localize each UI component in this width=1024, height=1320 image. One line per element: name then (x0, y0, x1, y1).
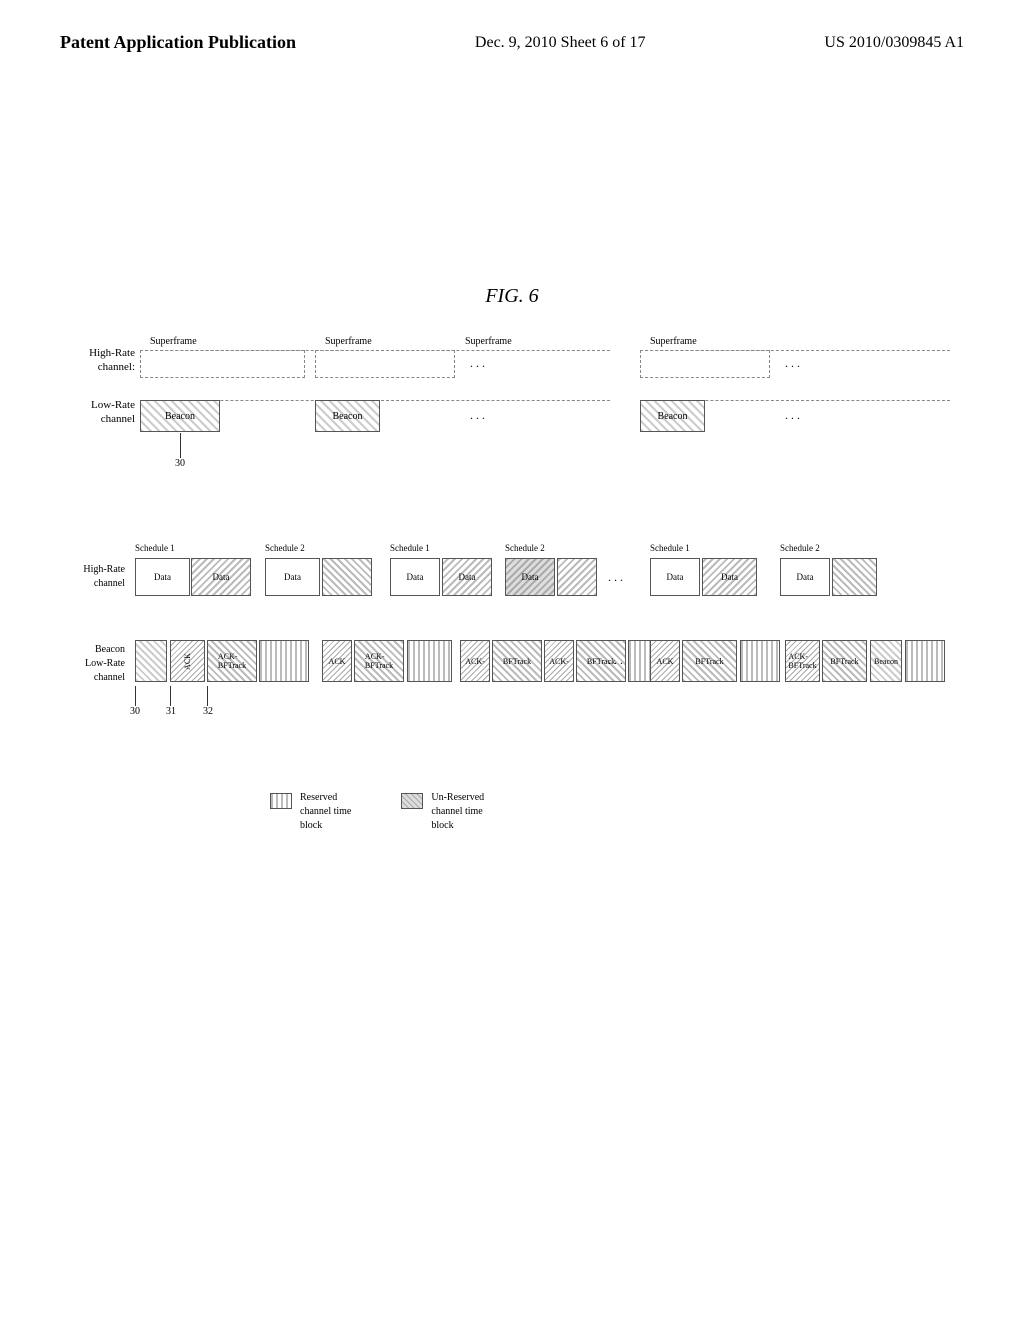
bftrack-block-6: BFTrack (822, 640, 867, 682)
publication-date-sheet: Dec. 9, 2010 Sheet 6 of 17 (475, 34, 646, 52)
reserved-hr-2 (557, 558, 597, 596)
beacon-lr-1 (135, 640, 167, 682)
legend-reserved-box (270, 793, 292, 809)
ack-block-4: ACK- (544, 640, 574, 682)
page-header: Patent Application Publication Dec. 9, 2… (0, 0, 1024, 65)
publication-number: US 2010/0309845 A1 (824, 34, 964, 52)
bftrack-block-5: BFTrack (682, 640, 737, 682)
dots-top-1: ... (470, 356, 488, 371)
bftrack-block-1: ACK-BFTrack (207, 640, 257, 682)
figure-label: FIG. 6 (0, 285, 1024, 308)
unreserved-end (905, 640, 945, 682)
reserved-hr-1 (322, 558, 372, 596)
bftrack-block-3: BFTrack (492, 640, 542, 682)
superframe-box-2 (315, 350, 455, 378)
schedule-label-2a: Schedule 2 (265, 543, 305, 553)
ack-block-5: ACK (650, 640, 680, 682)
data-block-2-hatched: Data (191, 558, 251, 596)
low-rate-channel-label-top: Low-Ratechannel (50, 398, 135, 427)
dots-lr-bottom: ... (608, 653, 626, 668)
dots-lr-2: ... (785, 408, 803, 423)
schedule-label-1c: Schedule 1 (650, 543, 690, 553)
beacon-bar-3: Beacon (640, 400, 705, 432)
beacon-bar-2: Beacon (315, 400, 380, 432)
unreserved-lr-1 (407, 640, 452, 682)
superframe-box-1 (140, 350, 305, 378)
bracket-32 (207, 686, 208, 706)
data-block-9: Data (780, 558, 830, 596)
legend-unreserved-box (401, 793, 423, 809)
legend-reserved: Reservedchannel timeblock (270, 791, 351, 833)
high-rate-channel-label-top: High-Ratechannel: (50, 346, 135, 375)
schedule-label-2c: Schedule 2 (780, 543, 820, 553)
bracket-line-30 (180, 433, 181, 458)
bracket-31 (170, 686, 171, 706)
beacon-lr-end: Beacon (870, 640, 902, 682)
top-diagram: High-Ratechannel: Low-Ratechannel Superf… (140, 338, 960, 478)
schedule-label-2b: Schedule 2 (505, 543, 545, 553)
dots-hr: ... (608, 570, 626, 585)
legend-reserved-label: Reservedchannel timeblock (300, 791, 351, 833)
data-block-1: Data (135, 558, 190, 596)
label-30-bottom: 30 (130, 706, 140, 717)
data-block-8-hatched: Data (702, 558, 757, 596)
publication-title: Patent Application Publication (60, 30, 296, 55)
legend: Reservedchannel timeblock Un-Reservedcha… (270, 791, 484, 833)
dots-lr-1: ... (470, 408, 488, 423)
reserved-hr-3 (832, 558, 877, 596)
superframe-label-3: Superframe (465, 336, 512, 347)
unreserved-lr-2 (740, 640, 780, 682)
superframe-box-3 (640, 350, 770, 378)
superframe-label-4: Superframe (650, 336, 697, 347)
superframe-label-1: Superframe (150, 336, 197, 347)
ack-block-6: ACK-BFTrack (785, 640, 820, 682)
bottom-diagram: High-Ratechannel BeaconLow-Ratechannel S… (50, 528, 1010, 758)
ack-block-2: ACK (322, 640, 352, 682)
dots-top-2: ... (785, 356, 803, 371)
number-30-label-top: 30 (175, 458, 185, 469)
reserved-lr-1 (259, 640, 309, 682)
label-31-bottom: 31 (166, 706, 176, 717)
beacon-low-rate-channel-label: BeaconLow-Ratechannel (50, 643, 125, 685)
schedule-label-1b: Schedule 1 (390, 543, 430, 553)
data-block-7: Data (650, 558, 700, 596)
data-block-6-dark: Data (505, 558, 555, 596)
data-block-4: Data (390, 558, 440, 596)
ack-block-1: ACK (170, 640, 205, 682)
data-block-3: Data (265, 558, 320, 596)
diagram-container: High-Ratechannel: Low-Ratechannel Superf… (0, 338, 1024, 758)
bftrack-block-2: ACK-BFTrack (354, 640, 404, 682)
data-block-5-hatched: Data (442, 558, 492, 596)
superframe-label-2: Superframe (325, 336, 372, 347)
ack-block-3: ACK- (460, 640, 490, 682)
beacon-bar-1: Beacon (140, 400, 220, 432)
bracket-30 (135, 686, 136, 706)
high-rate-channel-label-bottom: High-Ratechannel (50, 563, 125, 591)
legend-unreserved: Un-Reservedchannel timeblock (401, 791, 484, 833)
legend-unreserved-label: Un-Reservedchannel timeblock (431, 791, 484, 833)
schedule-label-1a: Schedule 1 (135, 543, 175, 553)
label-32-bottom: 32 (203, 706, 213, 717)
